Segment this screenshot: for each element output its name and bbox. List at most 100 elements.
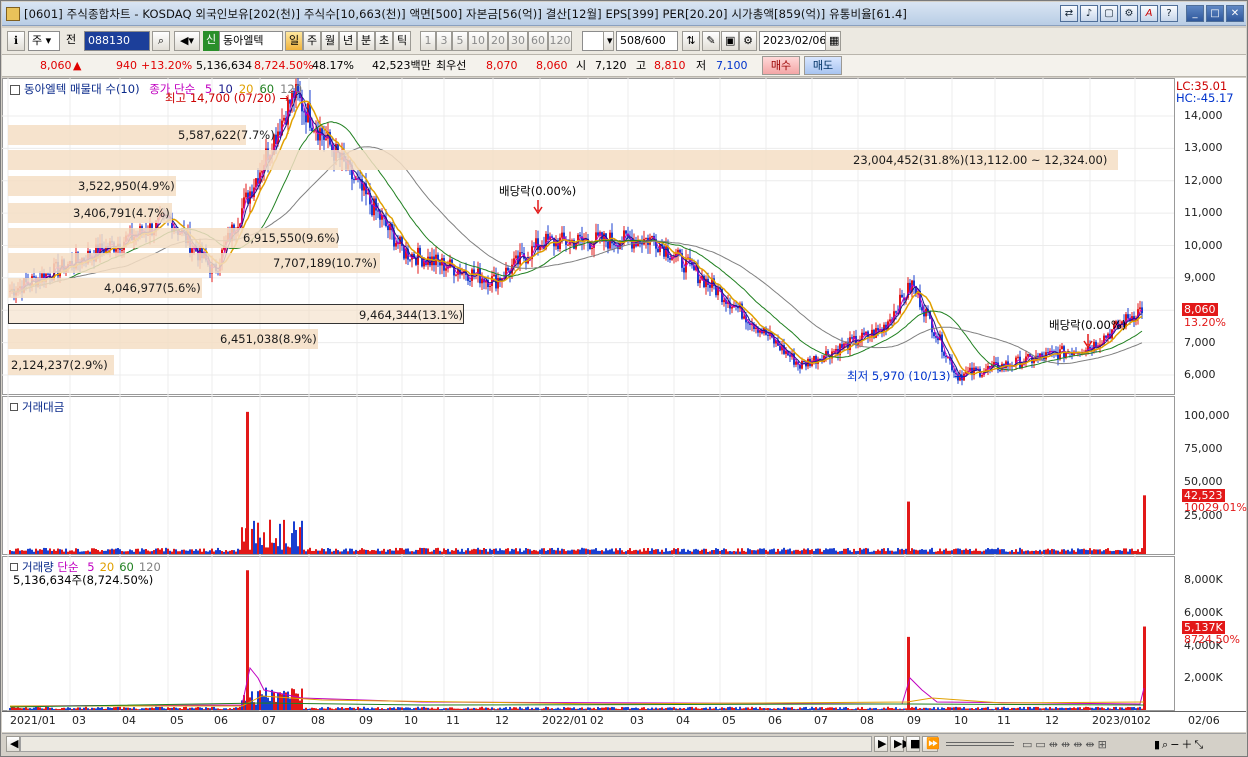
zoom-slider[interactable] — [946, 742, 1014, 746]
scroll-icon[interactable]: ⇅ — [682, 31, 700, 51]
save-icon[interactable]: ▣ — [721, 31, 739, 51]
help-icon[interactable]: ? — [1160, 5, 1178, 22]
volume-bar — [421, 707, 423, 710]
volume-bar — [405, 707, 407, 710]
calendar-icon[interactable]: ▦ — [825, 31, 841, 51]
period-select-value: 주 — [32, 34, 43, 47]
volume-bar — [185, 706, 187, 710]
amount-bar — [969, 548, 971, 554]
interval-button-4[interactable]: 20 — [488, 31, 508, 51]
volume-bar — [483, 708, 485, 710]
profile-bar-label: 5,587,622(7.7%) — [178, 128, 275, 142]
volume-bar — [1003, 706, 1005, 710]
amount-bar — [43, 547, 45, 554]
volume-bar — [881, 708, 883, 710]
play-icon[interactable]: ▶ — [874, 736, 888, 752]
volume-bar — [1065, 707, 1067, 710]
period-tab-1[interactable]: 주 — [303, 31, 321, 51]
profile-bar: 6,915,550(9.6%) — [8, 228, 340, 248]
candle — [877, 328, 879, 331]
interval-button-5[interactable]: 30 — [508, 31, 528, 51]
amount-bar — [639, 549, 641, 554]
volume-bar — [963, 707, 965, 710]
window-icon[interactable]: ▢ — [1100, 5, 1118, 22]
settings-icon[interactable]: ⚙ — [1120, 5, 1138, 22]
link-icon[interactable]: ⇄ — [1060, 5, 1078, 22]
buy-button[interactable]: 매수 — [762, 56, 800, 75]
volume-bar — [1081, 709, 1083, 710]
minimize-button[interactable]: _ — [1186, 5, 1204, 22]
amount-bar — [339, 551, 341, 554]
date-axis-label: 10 — [404, 714, 418, 727]
settings-gear-icon[interactable]: ⚙ — [739, 31, 757, 51]
close-button[interactable]: ✕ — [1226, 5, 1244, 22]
amount-bar — [811, 549, 813, 554]
search-icon[interactable]: ⌕ — [152, 31, 170, 51]
volume-bar — [615, 708, 617, 710]
chart-tool-icons[interactable]: ▭▭⇹⇹⇹⇹⊞ — [1022, 736, 1152, 756]
volume-bar — [529, 708, 531, 710]
amount-bar — [299, 527, 301, 554]
zoom-tools[interactable]: ▮⌕−＋⤡ — [1154, 736, 1248, 756]
date-input[interactable]: 2023/02/06 — [759, 31, 831, 51]
amount-bar — [1111, 551, 1113, 554]
amount-bar — [821, 551, 823, 554]
candle — [871, 329, 873, 337]
period-tab-6[interactable]: 틱 — [393, 31, 411, 51]
interval-button-6[interactable]: 60 — [528, 31, 548, 51]
amount-bar — [19, 550, 21, 554]
amount-bar — [343, 549, 345, 554]
amount-bar — [327, 547, 329, 554]
next-icon[interactable]: ▶▶ — [890, 736, 911, 752]
amount-bar — [101, 550, 103, 554]
candle — [591, 247, 593, 250]
alarm-icon[interactable]: ♪ — [1080, 5, 1098, 22]
volume-bar — [271, 689, 273, 710]
stop-icon[interactable]: ■ — [906, 736, 920, 752]
volume-bar — [771, 708, 773, 710]
amount-bar — [373, 550, 375, 554]
interval-button-7[interactable]: 120 — [548, 31, 572, 51]
period-select[interactable]: 주 ▾ — [28, 31, 60, 51]
code-input[interactable]: 088130 — [84, 31, 150, 51]
chevron-down-icon[interactable]: ▾ — [603, 31, 614, 51]
interval-button-1[interactable]: 3 — [436, 31, 452, 51]
period-tab-0[interactable]: 일 — [285, 31, 303, 51]
period-tab-2[interactable]: 월 — [321, 31, 339, 51]
interval-button-3[interactable]: 10 — [468, 31, 488, 51]
period-tab-3[interactable]: 년 — [339, 31, 357, 51]
horizontal-scrollbar[interactable] — [20, 736, 872, 752]
new-badge: 신 — [203, 31, 219, 51]
data-count-field[interactable]: 508/600 — [616, 31, 678, 51]
amount-bar — [1023, 551, 1025, 554]
amount-bar — [697, 549, 699, 554]
speaker-icon[interactable]: ◀▾ — [174, 31, 200, 51]
price-axis-label: 13,000 — [1184, 141, 1223, 155]
interval-button-0[interactable]: 1 — [420, 31, 436, 51]
sell-button[interactable]: 매도 — [804, 56, 842, 75]
stock-info-icon[interactable]: ℹ — [7, 31, 25, 51]
font-icon[interactable]: A — [1140, 5, 1158, 22]
volume-bar — [665, 708, 667, 710]
amount-bar — [161, 548, 163, 554]
scroll-left-icon[interactable]: ◀ — [6, 736, 20, 752]
amount-bar — [843, 548, 845, 554]
volume-bar — [1043, 708, 1045, 710]
line-tool-icon[interactable]: ✎ — [702, 31, 720, 51]
maximize-button[interactable]: □ — [1206, 5, 1224, 22]
amount-axis-label: 50,000 — [1184, 475, 1223, 488]
period-tab-5[interactable]: 초 — [375, 31, 393, 51]
amount-bar — [927, 551, 929, 554]
amount-bar — [421, 548, 423, 554]
interval-button-2[interactable]: 5 — [452, 31, 468, 51]
amount-bar — [723, 548, 725, 554]
chart-area[interactable]: 동아엘텍 매물대 수(10) 종가 단순 5 10 20 60 120 LC:35.01… — [2, 78, 1247, 732]
volume-bar — [775, 708, 777, 710]
amount-bar — [757, 549, 759, 554]
amount-bar — [1041, 551, 1043, 554]
stock-name-field[interactable]: 동아엘텍 — [219, 31, 283, 51]
candle — [889, 319, 891, 322]
period-tab-4[interactable]: 분 — [357, 31, 375, 51]
volume-bar — [1089, 707, 1091, 710]
fast-forward-icon[interactable]: ⏩ — [922, 736, 940, 752]
